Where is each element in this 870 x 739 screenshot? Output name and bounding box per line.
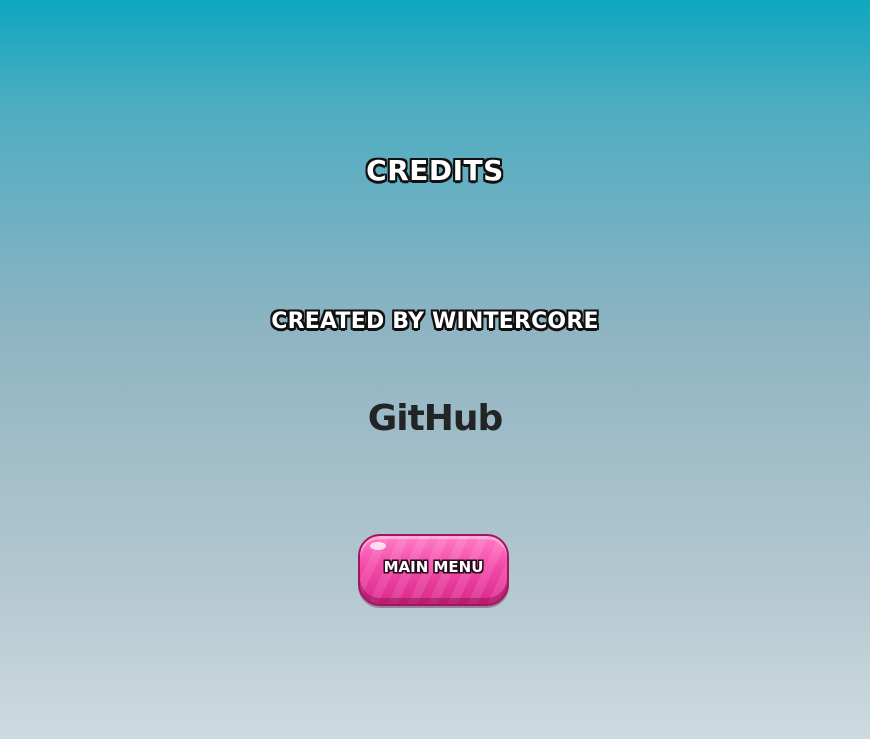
main-menu-label: MAIN MENU (383, 558, 484, 576)
main-menu-button[interactable]: MAIN MENU (358, 534, 509, 606)
button-shine (370, 542, 386, 550)
credits-title: CREDITS (366, 154, 504, 187)
created-by-text: CREATED BY WINTERCORE (271, 309, 599, 334)
github-link[interactable]: GitHub (0, 398, 870, 439)
